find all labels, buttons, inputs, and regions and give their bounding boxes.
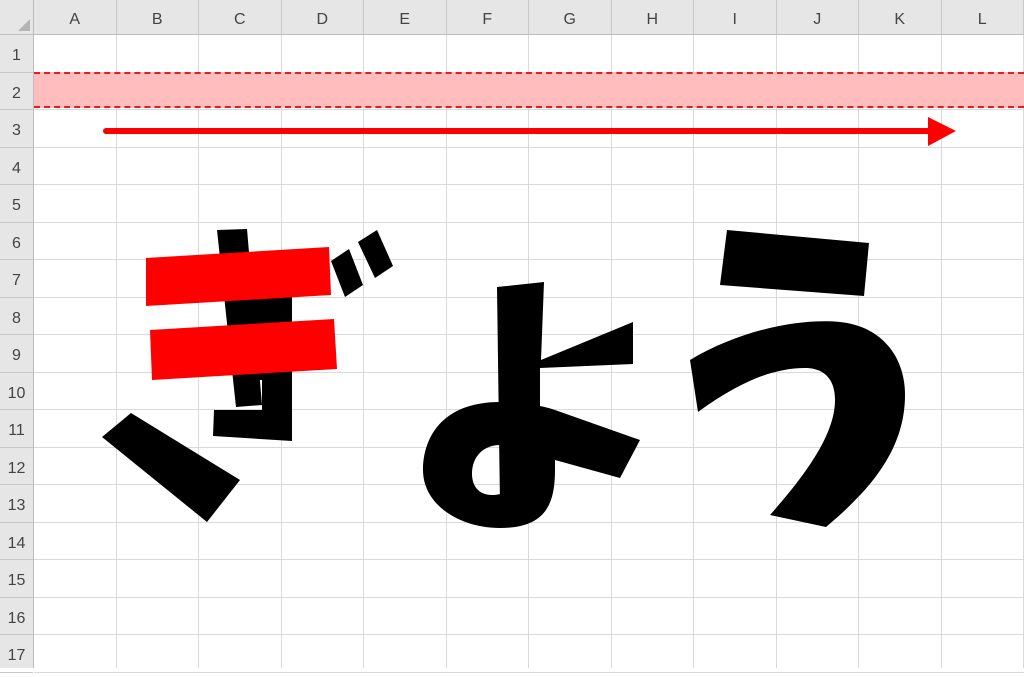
grid-row-line (34, 672, 1024, 673)
handwritten-text-artwork (0, 0, 1024, 668)
gi-dakuten-mark-1 (331, 249, 363, 297)
u-top-stroke (720, 230, 869, 296)
u-curved-stroke (690, 321, 905, 527)
gi-lower-red-bar (150, 319, 337, 380)
yo-lower-loop (423, 402, 640, 528)
gi-dakuten-mark-2 (358, 230, 393, 278)
character-gi (102, 229, 393, 522)
character-u (690, 230, 905, 527)
character-yo (423, 282, 640, 528)
spreadsheet: ABCDEFGHIJKL 1234567891011121314151617 (0, 0, 1024, 668)
gi-upper-red-bar (146, 247, 331, 306)
